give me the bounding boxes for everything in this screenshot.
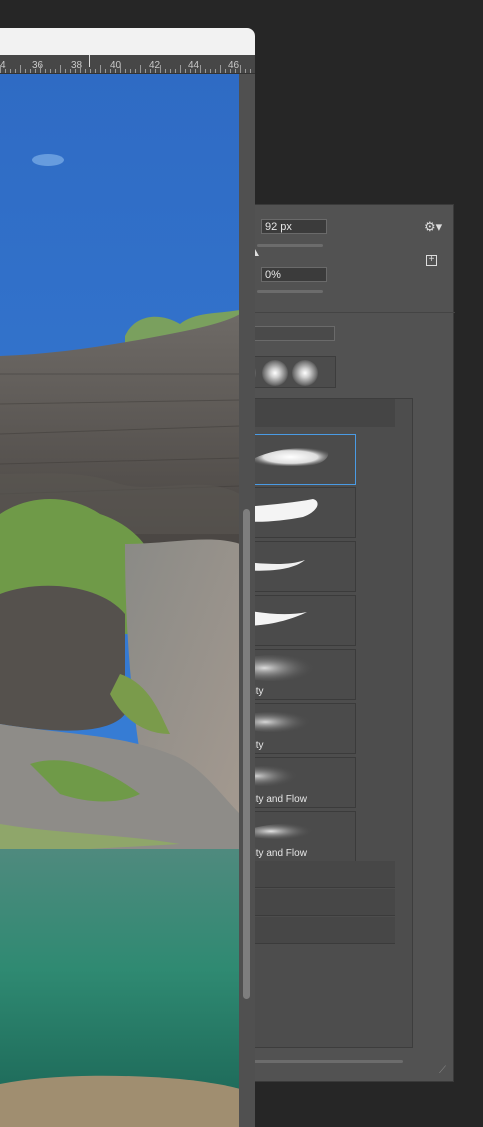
ruler-tick — [150, 69, 151, 73]
ruler-tick — [250, 69, 251, 73]
ruler-tick — [50, 69, 51, 73]
ruler-tick — [225, 69, 226, 73]
ruler-tick — [220, 65, 221, 73]
ruler-tick — [190, 69, 191, 73]
preset-item[interactable]: acity and Flow — [242, 757, 356, 808]
ruler-tick — [165, 69, 166, 73]
ruler-tick — [10, 69, 11, 73]
recent-tip-3[interactable] — [292, 360, 318, 386]
ruler-tick — [85, 69, 86, 73]
horizontal-ruler[interactable]: 4 36 38 40 42 44 46 — [0, 55, 255, 74]
ruler-cursor-marker — [89, 55, 90, 67]
recent-tip-2[interactable] — [262, 360, 288, 386]
gear-icon[interactable]: ⚙▾ — [424, 219, 442, 235]
ruler-tick — [215, 69, 216, 73]
ruler-tick — [230, 69, 231, 73]
ruler-tick — [35, 69, 36, 73]
preset-group-header[interactable] — [242, 399, 395, 427]
ruler-tick — [90, 69, 91, 73]
ruler-tick — [0, 65, 1, 73]
ruler-tick — [20, 65, 21, 73]
preset-group[interactable] — [242, 889, 395, 916]
brush-stroke-preview — [243, 766, 301, 786]
ruler-tick — [60, 65, 61, 73]
ruler-tick — [195, 69, 196, 73]
ruler-tick — [65, 69, 66, 73]
preset-size-slider[interactable] — [251, 1060, 403, 1063]
brush-stroke-preview — [243, 712, 311, 732]
ruler-label: 36 — [32, 60, 44, 71]
brush-stroke-preview — [253, 448, 329, 466]
brush-hardness-slider-track[interactable] — [257, 290, 323, 293]
vertical-scrollbar[interactable] — [239, 74, 255, 1127]
ruler-tick — [40, 65, 41, 73]
brush-stroke-preview — [243, 499, 318, 522]
brush-preset-list: e ze acity acity — [241, 398, 413, 1048]
brush-size-field[interactable]: 92 px — [261, 219, 327, 234]
document-title-bar[interactable] — [0, 28, 255, 55]
document-window: 4 36 38 40 42 44 46 — [0, 28, 255, 1127]
preset-item[interactable]: acity — [242, 649, 356, 700]
ruler-tick — [140, 65, 141, 73]
ruler-tick — [130, 69, 131, 73]
image-canvas[interactable] — [0, 74, 240, 1127]
ruler-tick — [155, 69, 156, 73]
brush-stroke-preview — [243, 655, 315, 681]
ruler-tick — [160, 65, 161, 73]
ruler-tick — [15, 69, 16, 73]
resize-grip-icon[interactable]: ⟋ — [439, 1065, 451, 1077]
ruler-tick — [135, 69, 136, 73]
preset-group[interactable]: es — [242, 917, 395, 944]
ruler-tick — [70, 69, 71, 73]
ruler-tick — [180, 65, 181, 73]
ruler-tick — [110, 69, 111, 73]
ruler-tick — [245, 69, 246, 73]
preset-item[interactable]: e — [242, 541, 356, 592]
ruler-tick — [120, 65, 121, 73]
ruler-tick — [200, 65, 201, 73]
ruler-tick — [105, 69, 106, 73]
ruler-tick — [175, 69, 176, 73]
plus-square-icon[interactable]: + — [426, 255, 437, 266]
ruler-tick — [235, 69, 236, 73]
preset-item[interactable] — [242, 434, 356, 485]
vertical-scrollbar-thumb[interactable] — [243, 509, 250, 999]
brush-search-input[interactable] — [251, 326, 335, 341]
ruler-tick — [185, 69, 186, 73]
ruler-tick — [55, 69, 56, 73]
ruler-tick — [170, 69, 171, 73]
ruler-tick — [240, 65, 241, 73]
ruler-tick — [95, 69, 96, 73]
panel-divider — [231, 312, 455, 313]
ruler-tick — [25, 69, 26, 73]
brush-stroke-preview — [243, 610, 307, 626]
brush-size-slider-track[interactable] — [257, 244, 323, 247]
ruler-tick — [5, 69, 6, 73]
preset-item[interactable]: acity — [242, 703, 356, 754]
preset-item[interactable]: ze — [242, 595, 356, 646]
ruler-tick — [75, 69, 76, 73]
ruler-tick — [145, 69, 146, 73]
recent-brush-tips — [230, 356, 336, 388]
ruler-tick — [45, 69, 46, 73]
preset-item[interactable] — [242, 487, 356, 538]
preset-item[interactable]: acity and Flow — [242, 811, 356, 862]
brush-hardness-field[interactable]: 0% — [261, 267, 327, 282]
preset-group[interactable] — [242, 861, 395, 888]
brush-stroke-preview — [243, 560, 305, 571]
ruler-tick — [125, 69, 126, 73]
ruler-tick — [115, 69, 116, 73]
landscape-photo — [0, 74, 240, 1127]
ruler-tick — [100, 65, 101, 73]
brush-preset-panel: 92 px 0% ⚙▾ + e — [230, 204, 455, 1082]
brush-stroke-preview — [243, 823, 314, 839]
ruler-tick — [80, 65, 81, 73]
ruler-tick — [205, 69, 206, 73]
ruler-tick — [30, 69, 31, 73]
ruler-tick — [210, 69, 211, 73]
